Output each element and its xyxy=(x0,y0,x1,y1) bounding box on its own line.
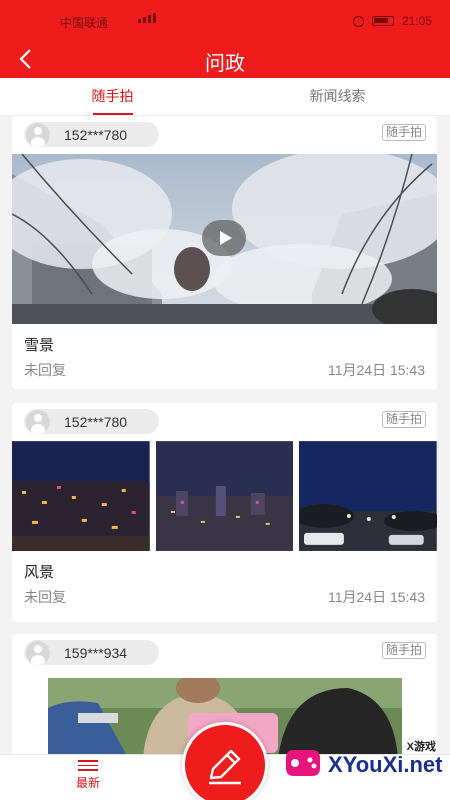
watermark: X游戏 XYouXi.net xyxy=(282,738,443,790)
user-name: 152***780 xyxy=(64,413,128,430)
watermark-logo-icon xyxy=(286,750,320,776)
signal-icon xyxy=(138,13,156,23)
post-image[interactable] xyxy=(155,441,294,551)
tab-bar: 随手拍 新闻线索 xyxy=(0,78,450,116)
user-pill: 152***780 xyxy=(24,122,159,147)
image-gallery xyxy=(12,441,437,551)
post-card[interactable]: 152***780 随手拍 xyxy=(12,403,437,622)
user-pill: 159***934 xyxy=(24,640,159,665)
status-right: 21:05 xyxy=(352,14,432,28)
tab-latest[interactable]: 最新 xyxy=(66,760,110,791)
new-post-button[interactable] xyxy=(182,722,268,800)
post-header: 152***780 随手拍 xyxy=(12,403,437,441)
carrier-label: 中国联通 xyxy=(60,16,109,30)
tab-snapshot[interactable]: 随手拍 xyxy=(0,78,225,115)
user-name: 159***934 xyxy=(64,644,128,661)
post-title: 风景 xyxy=(24,564,55,581)
watermark-brand: XYouXi.net xyxy=(328,752,443,777)
reply-status: 未回复 xyxy=(24,362,66,378)
avatar-icon xyxy=(26,122,50,147)
clock: 21:05 xyxy=(401,14,432,28)
post-video[interactable] xyxy=(12,154,437,324)
page-title: 问政 xyxy=(205,53,245,75)
post-header: 152***780 随手拍 xyxy=(12,116,437,154)
post-image[interactable] xyxy=(299,441,437,551)
user-name: 152***780 xyxy=(64,126,128,143)
post-title: 雪景 xyxy=(24,337,55,354)
post-footer: 未回复 11月24日 15:43 xyxy=(12,354,437,384)
tab-news-tips[interactable]: 新闻线索 xyxy=(225,78,450,115)
avatar-icon xyxy=(26,640,50,665)
reply-status: 未回复 xyxy=(24,589,66,605)
category-badge: 随手拍 xyxy=(381,411,426,428)
category-badge: 随手拍 xyxy=(381,642,426,659)
post-time: 11月24日 15:43 xyxy=(327,362,425,378)
post-header: 159***934 随手拍 xyxy=(12,634,437,672)
post-time: 11月24日 15:43 xyxy=(327,589,425,605)
battery-icon xyxy=(371,16,394,26)
post-image[interactable] xyxy=(12,441,150,551)
post-card[interactable]: 152***780 随手拍 xyxy=(12,116,437,389)
status-bar: 中国联通 21:05 xyxy=(0,0,450,40)
avatar-icon xyxy=(26,409,50,434)
category-badge: 随手拍 xyxy=(381,124,426,141)
play-icon[interactable] xyxy=(202,220,246,256)
post-footer: 未回复 11月24日 15:43 xyxy=(12,581,437,611)
tab-latest-label: 最新 xyxy=(75,775,100,790)
alarm-icon xyxy=(352,15,364,27)
post-feed: 152***780 随手拍 雪景 未回复 11月24日 15:43 152***… xyxy=(0,116,450,754)
pencil-icon xyxy=(209,749,241,785)
menu-icon xyxy=(78,760,98,771)
nav-bar: 问政 xyxy=(0,40,450,78)
user-pill: 152***780 xyxy=(24,409,159,434)
